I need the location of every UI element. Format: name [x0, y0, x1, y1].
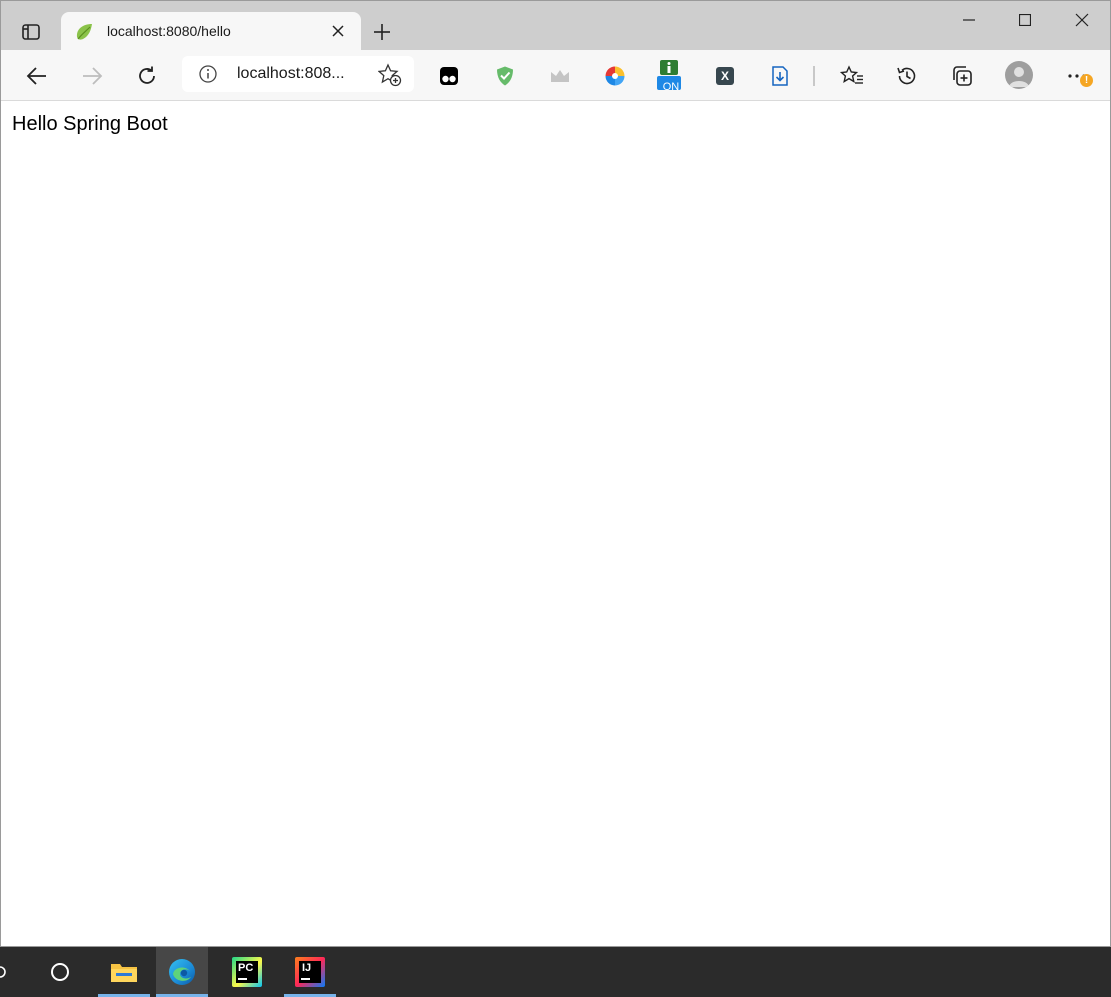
intellij-icon: IJ — [295, 957, 325, 987]
download-extension[interactable] — [764, 60, 796, 92]
download-extension-icon — [772, 66, 788, 86]
forward-button[interactable] — [76, 60, 108, 92]
page-content: Hello Spring Boot — [1, 101, 1110, 946]
taskbar-app-edge[interactable] — [156, 947, 208, 997]
intellij-label: IJ — [302, 962, 312, 974]
folder-icon — [111, 964, 137, 982]
toolbar: localhost:808... ON X ! — [1, 50, 1110, 101]
maximize-icon — [1019, 14, 1031, 26]
collections-button[interactable] — [946, 60, 978, 92]
search-button[interactable] — [34, 947, 86, 997]
adguard-extension[interactable] — [489, 60, 521, 92]
arrow-left-icon — [26, 67, 46, 85]
profile-avatar[interactable] — [1005, 61, 1033, 89]
browser-window: localhost:8080/hello localhost:808... ON… — [0, 0, 1111, 947]
spring-leaf-icon — [76, 24, 92, 40]
minimize-icon — [963, 19, 975, 21]
crown-icon — [551, 70, 569, 82]
close-icon — [1075, 13, 1089, 27]
add-favorite-icon[interactable] — [378, 63, 402, 87]
tampermonkey-extension[interactable] — [433, 60, 465, 92]
x-extension-icon: X — [716, 67, 734, 85]
taskbar-app-pycharm[interactable]: PC — [221, 947, 273, 997]
favorites-button[interactable] — [836, 60, 868, 92]
arrow-right-icon — [83, 67, 103, 85]
info-icon[interactable] — [198, 64, 218, 84]
tab-active[interactable]: localhost:8080/hello — [61, 12, 361, 50]
close-icon — [332, 25, 344, 37]
adguard-shield-icon — [497, 66, 513, 86]
page-body-text: Hello Spring Boot — [12, 113, 168, 135]
notification-badge: ! — [1080, 74, 1093, 87]
taskbar-app-file-explorer[interactable] — [98, 947, 150, 997]
extension-on-badge: ON — [662, 81, 680, 93]
close-window-button[interactable] — [1053, 1, 1110, 39]
tab-title: localhost:8080/hello — [107, 23, 231, 39]
taskbar: PC IJ — [0, 947, 1111, 997]
color-extension[interactable] — [599, 60, 631, 92]
tab-actions-icon — [22, 24, 40, 40]
info-on-extension[interactable]: ON — [653, 56, 685, 96]
tab-close-button[interactable] — [328, 21, 348, 41]
edge-icon — [169, 959, 195, 985]
history-icon — [897, 67, 916, 85]
refresh-button[interactable] — [131, 60, 163, 92]
crown-extension[interactable] — [544, 60, 576, 92]
taskbar-app-intellij[interactable]: IJ — [284, 947, 336, 997]
x-extension[interactable]: X — [709, 60, 741, 92]
pycharm-label: PC — [238, 962, 254, 974]
refresh-icon — [139, 66, 155, 84]
start-partial-icon — [0, 966, 6, 978]
plus-icon — [374, 24, 390, 40]
start-button-partial[interactable] — [0, 947, 14, 997]
collections-icon — [953, 66, 972, 86]
minimize-button[interactable] — [940, 1, 998, 39]
back-button[interactable] — [21, 60, 53, 92]
pycharm-icon: PC — [232, 957, 262, 987]
toolbar-separator — [813, 66, 815, 86]
cortana-circle-icon — [51, 963, 69, 981]
maximize-button[interactable] — [996, 1, 1054, 39]
address-text[interactable]: localhost:808... — [237, 65, 357, 83]
favorites-list-icon — [840, 65, 863, 84]
address-bar[interactable]: localhost:808... — [182, 56, 414, 92]
user-icon — [1009, 67, 1029, 87]
tampermonkey-icon — [440, 67, 458, 85]
title-bar: localhost:8080/hello — [1, 1, 1110, 50]
history-button[interactable] — [891, 60, 923, 92]
new-tab-button[interactable] — [367, 17, 397, 47]
tab-actions-button[interactable] — [13, 18, 49, 46]
color-wheel-icon — [605, 66, 625, 86]
